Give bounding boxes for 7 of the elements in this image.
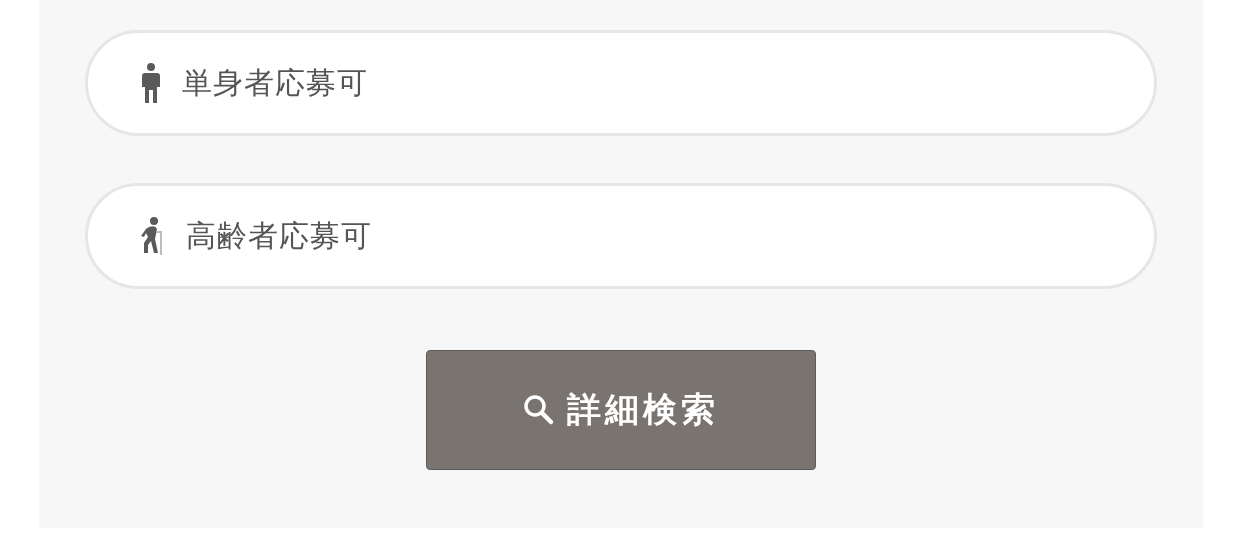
option-label: 単身者応募可: [182, 63, 368, 102]
search-button[interactable]: 詳細検索: [426, 350, 816, 470]
option-item[interactable]: 単身者応募可: [85, 30, 1157, 136]
person-icon: [140, 63, 162, 103]
option-item[interactable]: 高齢者応募可: [85, 183, 1157, 289]
search-icon: [523, 394, 555, 426]
option-label: 高齢者応募可: [186, 216, 372, 255]
